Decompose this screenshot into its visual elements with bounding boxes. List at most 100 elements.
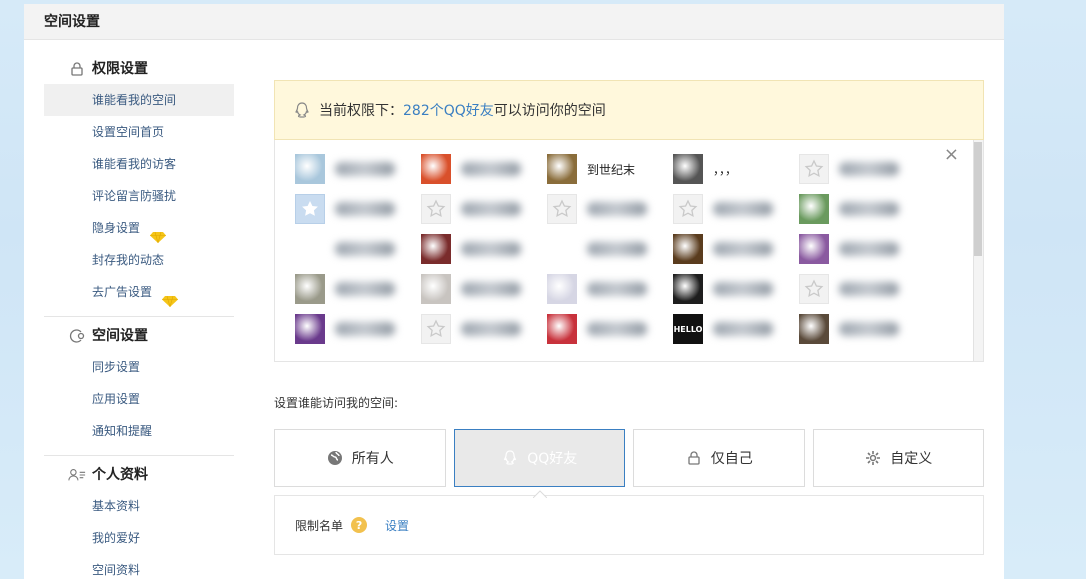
profile-icon bbox=[68, 466, 86, 484]
blurred-name bbox=[713, 242, 773, 256]
globe-icon bbox=[326, 449, 344, 467]
access-option-button[interactable]: 仅自己 bbox=[633, 429, 805, 487]
avatar bbox=[421, 154, 451, 184]
sidebar-item-label: 谁能看我的访客 bbox=[92, 157, 177, 171]
friend-name: ，，， bbox=[713, 162, 738, 177]
friend-item[interactable] bbox=[799, 154, 925, 184]
help-icon[interactable]: ? bbox=[351, 517, 368, 533]
friend-item[interactable] bbox=[547, 274, 673, 304]
option-label: 所有人 bbox=[351, 451, 394, 467]
blurred-name bbox=[335, 322, 395, 336]
space-settings-icon bbox=[68, 327, 86, 345]
default-avatar-star-icon bbox=[799, 154, 829, 184]
friend-item[interactable] bbox=[421, 154, 547, 184]
access-option-button[interactable]: 自定义 bbox=[812, 429, 984, 487]
sidebar-item-label: 同步设置 bbox=[92, 360, 141, 374]
friend-item[interactable] bbox=[673, 274, 799, 304]
friend-item[interactable] bbox=[295, 234, 421, 264]
friend-item[interactable]: HELLO bbox=[673, 314, 799, 344]
sidebar-item[interactable]: 隐身设置 bbox=[44, 212, 234, 245]
avatar bbox=[547, 154, 577, 184]
access-option-button[interactable]: 所有人 bbox=[274, 429, 446, 487]
friends-count-link[interactable]: 282个QQ好友 bbox=[403, 100, 494, 120]
avatar: HELLO bbox=[673, 314, 703, 344]
default-avatar-star-icon bbox=[295, 194, 325, 224]
friend-item[interactable]: ，，， bbox=[673, 154, 799, 184]
sidebar-item[interactable]: 谁能看我的访客 bbox=[44, 148, 234, 180]
blurred-name bbox=[461, 242, 521, 256]
friend-item[interactable] bbox=[799, 314, 925, 344]
diamond-icon bbox=[162, 287, 179, 309]
sidebar-item[interactable]: 基本资料 bbox=[44, 490, 234, 522]
sidebar-item[interactable]: 我的爱好 bbox=[44, 522, 234, 554]
friend-item[interactable] bbox=[421, 234, 547, 264]
blurred-name bbox=[461, 282, 521, 296]
friend-item[interactable] bbox=[673, 234, 799, 264]
sidebar-item-label: 隐身设置 bbox=[92, 221, 141, 235]
friend-item[interactable] bbox=[295, 314, 421, 344]
friend-item[interactable] bbox=[673, 194, 799, 224]
scrollbar[interactable] bbox=[973, 140, 983, 361]
friends-list: 到世纪末 ，，， HELLO × bbox=[274, 140, 984, 362]
friend-item[interactable] bbox=[799, 274, 925, 304]
sidebar-item[interactable]: 谁能看我的空间 bbox=[44, 84, 234, 116]
selected-caret bbox=[532, 487, 548, 499]
avatar bbox=[799, 314, 829, 344]
gear-icon bbox=[864, 449, 882, 467]
friend-item[interactable] bbox=[421, 314, 547, 344]
sidebar-item-label: 评论留言防骚扰 bbox=[92, 189, 177, 203]
sidebar-item[interactable]: 空间资料 bbox=[44, 554, 234, 579]
avatar bbox=[295, 154, 325, 184]
sidebar: 权限设置 谁能看我的空间 设置空间首页谁能看我的访客 评论留言防骚扰 隐身设置封存我的动… bbox=[44, 54, 234, 579]
friend-item[interactable] bbox=[547, 234, 673, 264]
main-content: 当前权限下： 282个QQ好友 可以访问你的空间 到世纪末，，， HELLO × … bbox=[274, 80, 984, 555]
friend-item[interactable] bbox=[799, 234, 925, 264]
friend-item[interactable] bbox=[799, 194, 925, 224]
sidebar-divider bbox=[44, 316, 234, 317]
friend-item[interactable]: 到世纪末 bbox=[547, 154, 673, 184]
sidebar-item[interactable]: 同步设置 bbox=[44, 351, 234, 383]
sidebar-divider bbox=[44, 455, 234, 456]
sidebar-item[interactable]: 评论留言防骚扰 bbox=[44, 180, 234, 212]
access-option-button[interactable]: QQ好友 bbox=[453, 429, 625, 487]
friend-item[interactable] bbox=[421, 194, 547, 224]
blurred-name bbox=[335, 202, 395, 216]
sidebar-section-items: 基本资料我的爱好 空间资料 bbox=[44, 490, 234, 579]
restrict-settings-link[interactable]: 设置 bbox=[385, 517, 409, 534]
friend-item[interactable] bbox=[295, 194, 421, 224]
qq-penguin-icon bbox=[501, 449, 519, 467]
friend-item[interactable] bbox=[421, 274, 547, 304]
sidebar-section-items: 同步设置应用设置通知和提醒 bbox=[44, 351, 234, 451]
sidebar-section-title: 权限设置 bbox=[44, 54, 234, 84]
option-label: 仅自己 bbox=[710, 451, 753, 467]
qq-penguin-icon bbox=[293, 101, 311, 119]
friend-item[interactable] bbox=[547, 194, 673, 224]
blurred-name bbox=[587, 322, 647, 336]
sidebar-item[interactable]: 通知和提醒 bbox=[44, 415, 234, 447]
sidebar-item[interactable]: 应用设置 bbox=[44, 383, 234, 415]
default-avatar-star-icon bbox=[673, 194, 703, 224]
friend-name: 到世纪末 bbox=[587, 162, 636, 177]
friend-item[interactable] bbox=[547, 314, 673, 344]
blurred-name bbox=[839, 162, 899, 176]
sidebar-item-label: 基本资料 bbox=[92, 499, 141, 513]
blurred-name bbox=[713, 202, 773, 216]
close-icon[interactable]: × bbox=[944, 144, 959, 165]
friend-item[interactable] bbox=[295, 154, 421, 184]
notice-suffix: 可以访问你的空间 bbox=[493, 103, 606, 119]
section-title-text: 空间设置 bbox=[92, 328, 148, 344]
sidebar-item[interactable]: 封存我的动态 bbox=[44, 244, 234, 276]
sidebar-item[interactable]: 去广告设置 bbox=[44, 276, 234, 309]
sidebar-item[interactable]: 设置空间首页 bbox=[44, 116, 234, 148]
scrollbar-thumb[interactable] bbox=[974, 142, 982, 256]
avatar bbox=[295, 274, 325, 304]
page-title: 空间设置 bbox=[24, 4, 1004, 40]
avatar bbox=[673, 234, 703, 264]
avatar bbox=[799, 194, 829, 224]
sidebar-item-label: 应用设置 bbox=[92, 392, 141, 406]
blurred-name bbox=[461, 322, 521, 336]
blurred-name bbox=[461, 202, 521, 216]
section-title-text: 个人资料 bbox=[92, 467, 148, 483]
friend-item[interactable] bbox=[295, 274, 421, 304]
settings-panel: 空间设置 权限设置 谁能看我的空间 设置空间首页谁能看我的访客 评论留言防骚扰 隐身设置… bbox=[24, 4, 1004, 579]
